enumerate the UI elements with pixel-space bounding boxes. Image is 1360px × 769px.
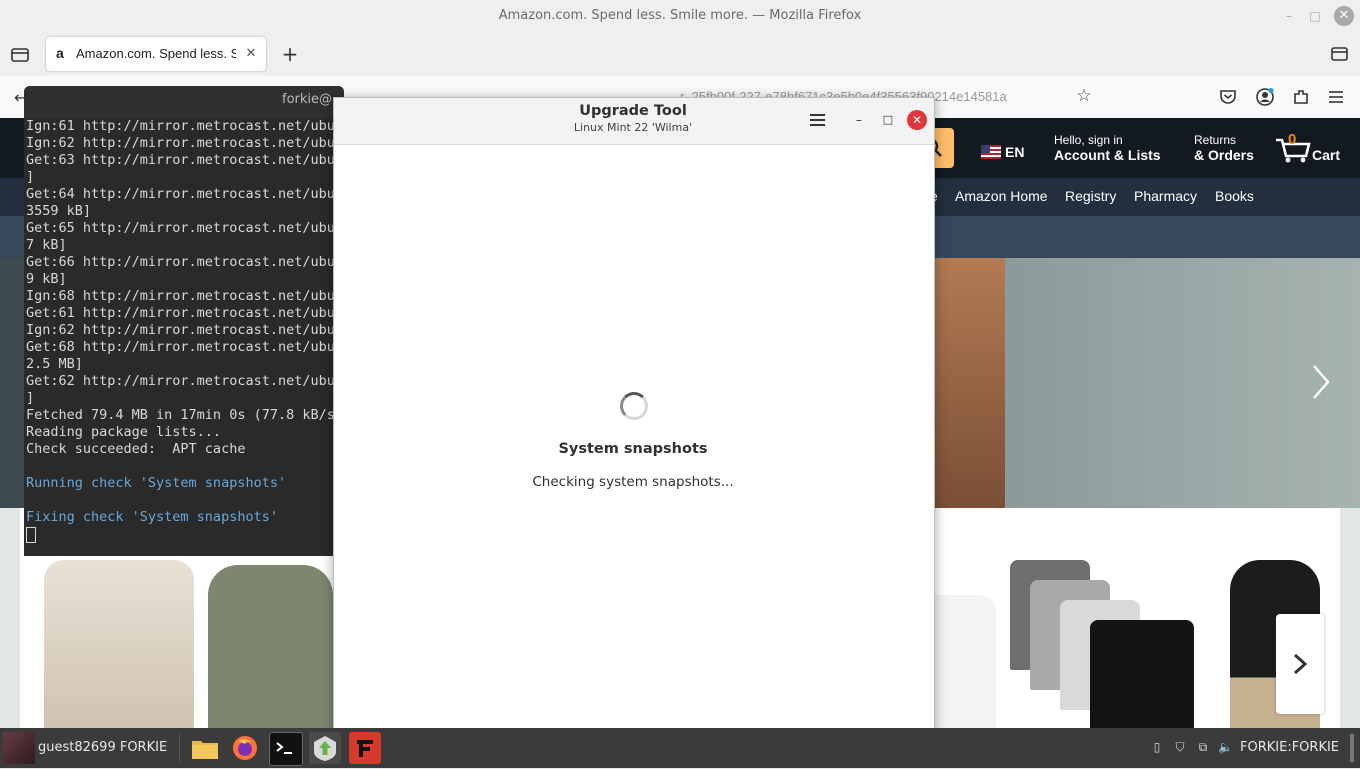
hamburger-menu-icon[interactable] bbox=[808, 111, 828, 129]
cart-label[interactable]: Cart bbox=[1312, 147, 1340, 163]
tab-label: Amazon.com. Spend less. Sr bbox=[76, 46, 236, 61]
hero-figure bbox=[935, 258, 1005, 508]
mintupdate-icon[interactable] bbox=[309, 732, 341, 764]
new-tab-icon[interactable]: + bbox=[280, 44, 300, 64]
upgrade-minimize-button[interactable]: – bbox=[851, 112, 867, 128]
step-status: Checking system snapshots... bbox=[532, 474, 734, 490]
terminal-line: Ign:61 http://mirror.metrocast.net/ubur bbox=[26, 118, 343, 134]
upgrade-close-button[interactable]: ✕ bbox=[907, 110, 927, 130]
show-desktop-button[interactable] bbox=[1350, 734, 1354, 762]
product-image-pajamas[interactable] bbox=[44, 560, 194, 728]
terminal-line: Fetched 79.4 MB in 17min 0s (77.8 kB/s bbox=[26, 407, 335, 423]
firefox-view-icon[interactable] bbox=[1330, 46, 1350, 62]
tray-user-label[interactable]: FORKIE:FORKIE bbox=[1240, 728, 1339, 768]
terminal-line: Ign:68 http://mirror.metrocast.net/ubur bbox=[26, 288, 343, 304]
tab-close-icon[interactable]: ✕ bbox=[242, 45, 260, 63]
product-image-sweater[interactable] bbox=[208, 565, 333, 728]
volume-icon[interactable]: 🔈 bbox=[1218, 740, 1233, 754]
account-hello: Hello, sign in bbox=[1054, 133, 1123, 147]
terminal-output[interactable]: Ign:61 http://mirror.metrocast.net/ubur … bbox=[24, 118, 344, 556]
network-icon[interactable]: ⧉ bbox=[1196, 740, 1210, 754]
nav-item-pharmacy[interactable]: Pharmacy bbox=[1134, 188, 1197, 204]
terminal-line: Ign:62 http://mirror.metrocast.net/ubur bbox=[26, 135, 343, 151]
cart-count: 0 bbox=[1288, 131, 1297, 148]
tab-amazon[interactable]: a Amazon.com. Spend less. Sr ✕ bbox=[46, 37, 266, 71]
tab-list-icon[interactable] bbox=[10, 45, 30, 63]
terminal-line: ] bbox=[26, 390, 35, 406]
product-image-white-tee[interactable] bbox=[934, 595, 996, 728]
terminal-title: forkie@ bbox=[282, 92, 333, 107]
window-title: Amazon.com. Spend less. Smile more. — Mo… bbox=[498, 8, 862, 23]
taskbar-separator bbox=[179, 734, 180, 762]
upgrade-tool-subtitle: Linux Mint 22 'Wilma' bbox=[573, 121, 693, 134]
terminal-line: ] bbox=[26, 169, 35, 185]
taskbar: guest82699 FORKIE ▯ ⛉ ⧉ 🔈 FORKIE:FORKIE bbox=[0, 728, 1360, 768]
files-icon[interactable] bbox=[189, 732, 221, 764]
loading-spinner-icon bbox=[620, 392, 648, 420]
nav-item-amazon-home[interactable]: Amazon Home bbox=[955, 188, 1048, 204]
clipboard-icon[interactable]: ▯ bbox=[1150, 740, 1164, 754]
nav-item-books[interactable]: Books bbox=[1215, 188, 1254, 204]
terminal-icon[interactable] bbox=[269, 732, 303, 766]
bookmark-star-icon[interactable]: ☆ bbox=[1074, 86, 1094, 106]
taskbar-user-label[interactable]: guest82699 FORKIE bbox=[38, 728, 167, 768]
shield-icon[interactable]: ⛉ bbox=[1173, 740, 1187, 754]
terminal-line: Get:62 http://mirror.metrocast.net/ubur bbox=[26, 373, 343, 389]
terminal-line: Check succeeded: APT cache bbox=[26, 441, 246, 457]
terminal-window[interactable]: forkie@ Ign:61 http://mirror.metrocast.n… bbox=[24, 86, 344, 556]
window-close-button[interactable]: ✕ bbox=[1334, 6, 1354, 26]
terminal-line: Get:66 http://mirror.metrocast.net/ubur bbox=[26, 254, 343, 270]
terminal-line: Get:63 http://mirror.metrocast.net/ubur bbox=[26, 152, 343, 168]
upgrade-tool-headerbar: Upgrade Tool Linux Mint 22 'Wilma' – □ ✕ bbox=[334, 98, 934, 145]
upgrade-maximize-button[interactable]: □ bbox=[880, 112, 896, 128]
returns-label: Returns bbox=[1194, 133, 1237, 147]
terminal-line: 9 kB] bbox=[26, 271, 67, 287]
upgrade-tool-window: Upgrade Tool Linux Mint 22 'Wilma' – □ ✕… bbox=[333, 97, 935, 739]
extensions-icon[interactable] bbox=[1291, 87, 1311, 107]
tshirt-stack-black bbox=[1090, 620, 1194, 730]
orders-link[interactable]: & Orders bbox=[1194, 147, 1254, 163]
cards-next-button[interactable] bbox=[1276, 614, 1324, 714]
us-flag-icon bbox=[981, 144, 1001, 159]
terminal-line: Ign:62 http://mirror.metrocast.net/ubur bbox=[26, 322, 343, 338]
firefox-icon[interactable] bbox=[229, 732, 261, 764]
terminal-line: 3559 kB] bbox=[26, 203, 92, 219]
terminal-line: Reading package lists... bbox=[26, 424, 222, 440]
user-avatar[interactable] bbox=[3, 732, 35, 764]
terminal-line: Get:65 http://mirror.metrocast.net/ubur bbox=[26, 220, 343, 236]
account-icon[interactable] bbox=[1255, 87, 1275, 107]
step-title: System snapshots bbox=[558, 441, 708, 457]
window-maximize-button[interactable]: □ bbox=[1306, 8, 1324, 26]
terminal-line: Get:64 http://mirror.metrocast.net/ubur bbox=[26, 186, 343, 202]
fortigate-icon[interactable] bbox=[349, 732, 381, 764]
terminal-line: Get:68 http://mirror.metrocast.net/ubur bbox=[26, 339, 343, 355]
nav-item-registry[interactable]: Registry bbox=[1065, 188, 1116, 204]
window-minimize-button[interactable]: – bbox=[1280, 8, 1298, 26]
terminal-line: Get:61 http://mirror.metrocast.net/ubur bbox=[26, 305, 343, 321]
terminal-line: Running check 'System snapshots' bbox=[26, 475, 287, 491]
carousel-next-icon[interactable] bbox=[1310, 362, 1332, 402]
language-selector[interactable]: EN bbox=[1005, 144, 1024, 160]
terminal-cursor bbox=[26, 527, 36, 543]
terminal-line: 7 kB] bbox=[26, 237, 67, 253]
chevron-right-icon bbox=[1293, 653, 1308, 675]
account-lists-link[interactable]: Account & Lists bbox=[1054, 147, 1161, 163]
terminal-line: Fixing check 'System snapshots' bbox=[26, 509, 278, 525]
app-menu-icon[interactable] bbox=[1327, 88, 1345, 106]
pocket-icon[interactable] bbox=[1218, 87, 1238, 107]
amazon-favicon-icon: a bbox=[56, 45, 64, 61]
upgrade-tool-title: Upgrade Tool bbox=[579, 103, 687, 119]
terminal-line: 2.5 MB] bbox=[26, 356, 83, 372]
